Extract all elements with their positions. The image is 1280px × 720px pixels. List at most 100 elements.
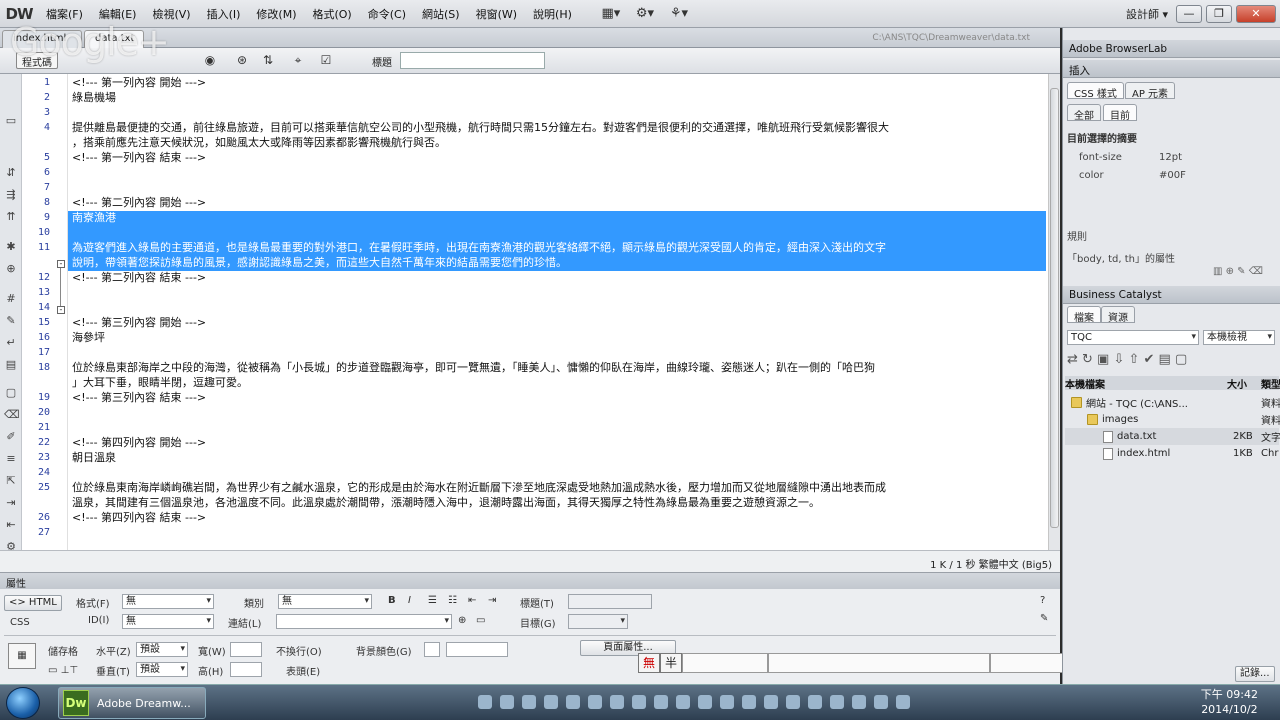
live-view-icon[interactable]: ◉ [200, 53, 220, 67]
network-icon[interactable] [500, 695, 514, 709]
shield-icon[interactable] [720, 695, 734, 709]
globe-icon[interactable] [742, 695, 756, 709]
target-select[interactable] [568, 614, 628, 629]
col-size[interactable]: 大小 [1227, 376, 1247, 391]
mail-icon[interactable] [676, 695, 690, 709]
code-editor[interactable]: <!--- 第一列內容 開始 ---> 綠島機場 提供離島最便捷的交通，前往綠島旅遊… [68, 74, 1048, 578]
multiscreen-icon[interactable]: ⇅ [258, 53, 278, 67]
fold-end-icon[interactable]: - [57, 306, 65, 314]
word-wrap-icon[interactable]: ↵ [4, 336, 18, 349]
tab-css-all[interactable]: 全部 [1067, 104, 1101, 122]
syntax-coloring-icon[interactable]: ▤ [4, 358, 18, 371]
minimize-button[interactable]: — [1176, 4, 1202, 23]
cloud-icon[interactable] [786, 695, 800, 709]
clock[interactable]: 下午 09:42 2014/10/2 [1201, 687, 1258, 717]
tab-css-current[interactable]: 目前 [1103, 104, 1137, 122]
move-css-icon[interactable]: ⇱ [4, 474, 18, 487]
snippets-icon[interactable]: ≡ [4, 452, 18, 465]
view-select[interactable]: 本機檢視 [1203, 330, 1275, 345]
volume-icon[interactable] [874, 695, 888, 709]
width-field[interactable] [230, 642, 262, 657]
menu-help[interactable]: 說明(H) [525, 6, 580, 22]
menu-modify[interactable]: 修改(M) [248, 6, 304, 22]
close-button[interactable]: ✕ [1236, 4, 1276, 23]
chart-icon[interactable] [588, 695, 602, 709]
usb-icon[interactable] [830, 695, 844, 709]
browse-folder-icon[interactable]: ▭ [476, 615, 485, 626]
tab-ap-elements[interactable]: AP 元素 [1125, 82, 1176, 100]
menu-site[interactable]: 網站(S) [414, 6, 468, 22]
point-to-file-icon[interactable]: ⊕ [458, 615, 466, 626]
bluetooth-icon[interactable] [808, 695, 822, 709]
layout-icon[interactable]: ▦▾ [598, 6, 624, 21]
indent-icon[interactable]: ⇥ [4, 496, 18, 509]
horz-select[interactable]: 預設 [136, 642, 188, 657]
site-icon[interactable]: ⚘▾ [666, 6, 692, 21]
scroll-thumb[interactable] [1050, 88, 1059, 528]
title-field[interactable] [568, 594, 652, 609]
outdent-text-icon[interactable]: ⇤ [468, 595, 476, 606]
bg-color-field[interactable] [446, 642, 508, 657]
file-row[interactable]: data.txt 2KB 文字 [1065, 428, 1280, 445]
merge-cells-icon[interactable]: ▭ ⊥⊤ [48, 665, 78, 676]
line-numbers-icon[interactable]: # [4, 292, 18, 305]
bold-button[interactable]: B [388, 595, 396, 606]
collapse-selection-icon[interactable]: ⇶ [4, 188, 18, 201]
quick-tag-icon[interactable]: ✎ [1040, 613, 1048, 624]
msn-icon[interactable] [478, 695, 492, 709]
bg-color-swatch[interactable] [424, 642, 440, 657]
menu-format[interactable]: 格式(O) [304, 6, 359, 22]
menu-window[interactable]: 視窗(W) [468, 6, 525, 22]
insert-panel-header[interactable]: 插入 [1063, 60, 1280, 78]
avast-icon[interactable] [654, 695, 668, 709]
check-icon[interactable]: ☑ [316, 53, 336, 67]
title-input[interactable] [400, 52, 545, 69]
taskbar-dreamweaver[interactable]: Dw Adobe Dreamw... [58, 687, 206, 719]
link-field[interactable] [276, 614, 452, 629]
balance-braces-icon[interactable]: ⊕ [4, 262, 18, 275]
remove-comment-icon[interactable]: ⌫ [4, 408, 20, 421]
indent-text-icon[interactable]: ⇥ [488, 595, 496, 606]
monitor-icon[interactable] [632, 695, 646, 709]
vert-select[interactable]: 預設 [136, 662, 188, 677]
id-select[interactable]: 無 [122, 614, 214, 629]
gear-icon[interactable]: ⚙▾ [632, 6, 658, 21]
vertical-scrollbar[interactable] [1048, 74, 1060, 578]
open-documents-icon[interactable]: ▭ [4, 114, 18, 127]
highlight-invalid-icon[interactable]: ✎ [4, 314, 18, 327]
files-toolbar-icons[interactable]: ⇄ ↻ ▣ ⇩ ⇧ ✔ ▤ ▢ [1067, 352, 1277, 367]
update-icon[interactable] [522, 695, 536, 709]
help-icon[interactable]: ? [1040, 595, 1045, 606]
ime-mode-button[interactable]: 無 [638, 653, 660, 673]
security-icon[interactable] [544, 695, 558, 709]
menu-commands[interactable]: 命令(C) [360, 6, 414, 22]
file-row[interactable]: images 資料 [1065, 411, 1280, 428]
restore-button[interactable]: ❐ [1206, 4, 1232, 23]
power-icon[interactable] [764, 695, 778, 709]
wrap-tag-icon[interactable]: ✐ [4, 430, 18, 443]
site-select[interactable]: TQC [1067, 330, 1199, 345]
fold-collapse-icon[interactable]: - [57, 260, 65, 268]
tab-files[interactable]: 檔案 [1067, 306, 1101, 324]
format-select[interactable]: 無 [122, 594, 214, 609]
ime-width-button[interactable]: 半 [660, 653, 682, 673]
disk-icon[interactable] [698, 695, 712, 709]
collapse-tag-icon[interactable]: ⇵ [4, 166, 18, 179]
css-panel-tools[interactable]: ▥ ⊕ ✎ ⌫ [1213, 266, 1277, 277]
menu-insert[interactable]: 插入(I) [199, 6, 249, 22]
select-parent-icon[interactable]: ✱ [4, 240, 18, 253]
workspace-switcher[interactable]: 設計師 ▾ [1118, 6, 1176, 22]
properties-header[interactable]: 屬性 [0, 573, 1060, 590]
italic-button[interactable]: I [408, 595, 411, 606]
html-mode-button[interactable]: <> HTML [4, 595, 62, 611]
start-button[interactable] [6, 687, 40, 719]
flag-icon[interactable] [896, 695, 910, 709]
acrobat-icon[interactable] [566, 695, 580, 709]
business-catalyst-header[interactable]: Business Catalyst [1063, 286, 1280, 304]
apply-comment-icon[interactable]: ▢ [4, 386, 18, 399]
printer-icon[interactable] [852, 695, 866, 709]
css-mode-button[interactable]: CSS [10, 617, 30, 628]
tab-css-styles[interactable]: CSS 樣式 [1067, 82, 1124, 100]
ordered-list-icon[interactable]: ☷ [448, 595, 457, 606]
wifi-icon[interactable] [610, 695, 624, 709]
